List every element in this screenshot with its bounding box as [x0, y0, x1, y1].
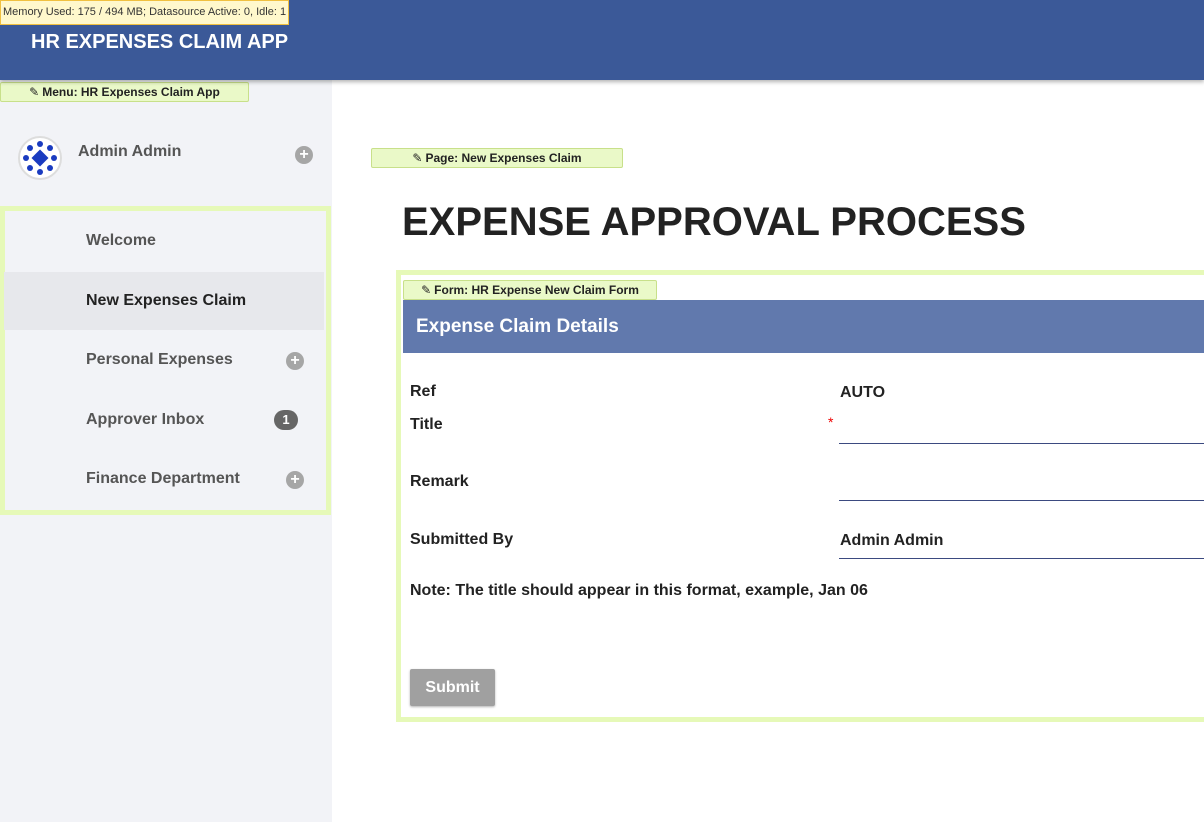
avatar [18, 136, 62, 180]
form-header: Expense Claim Details [403, 300, 1204, 353]
form-tag[interactable]: ✎ Form: HR Expense New Claim Form [403, 280, 657, 300]
app-title: HR EXPENSES CLAIM APP [31, 31, 289, 53]
sidebar-item-finance-department[interactable]: Finance Department + [4, 450, 324, 508]
submitted-by-underline [839, 558, 1204, 559]
menu-label: Personal Expenses [86, 351, 233, 368]
sidebar-item-approver-inbox[interactable]: Approver Inbox 1 [4, 391, 324, 449]
edit-icon: ✎ [421, 283, 432, 297]
memory-status: Memory Used: 175 / 494 MB; Datasource Ac… [0, 0, 290, 25]
ref-label: Ref [410, 383, 436, 400]
plus-icon[interactable]: + [286, 352, 304, 370]
edit-icon: ✎ [29, 85, 40, 99]
sidebar-item-new-expenses-claim[interactable]: New Expenses Claim [4, 272, 324, 330]
ref-value: AUTO [840, 384, 886, 401]
title-input[interactable] [839, 443, 1204, 444]
menu-label: Approver Inbox [86, 411, 205, 428]
required-mark: * [828, 414, 834, 430]
remark-label: Remark [410, 473, 469, 490]
user-name[interactable]: Admin Admin [78, 143, 181, 161]
page-tag[interactable]: ✎ Page: New Expenses Claim [371, 148, 623, 168]
menu-tag[interactable]: ✎ Menu: HR Expenses Claim App [0, 82, 249, 102]
plus-icon[interactable]: + [286, 471, 304, 489]
menu-label: Welcome [86, 232, 156, 249]
submit-button[interactable]: Submit [410, 669, 495, 706]
edit-icon: ✎ [412, 151, 423, 165]
submitted-by-value: Admin Admin [840, 532, 944, 549]
title-format-note: Note: The title should appear in this fo… [410, 582, 868, 599]
page-title: EXPENSE APPROVAL PROCESS [402, 200, 1026, 244]
menu-label: Finance Department [86, 470, 240, 487]
menu-label: New Expenses Claim [86, 292, 247, 309]
count-badge: 1 [274, 410, 298, 430]
sidebar-item-personal-expenses[interactable]: Personal Expenses + [4, 331, 324, 389]
plus-icon[interactable]: + [295, 146, 313, 164]
submitted-by-label: Submitted By [410, 531, 514, 548]
title-label: Title [410, 416, 443, 433]
remark-input[interactable] [839, 500, 1204, 501]
sidebar-item-welcome[interactable]: Welcome [4, 212, 324, 270]
